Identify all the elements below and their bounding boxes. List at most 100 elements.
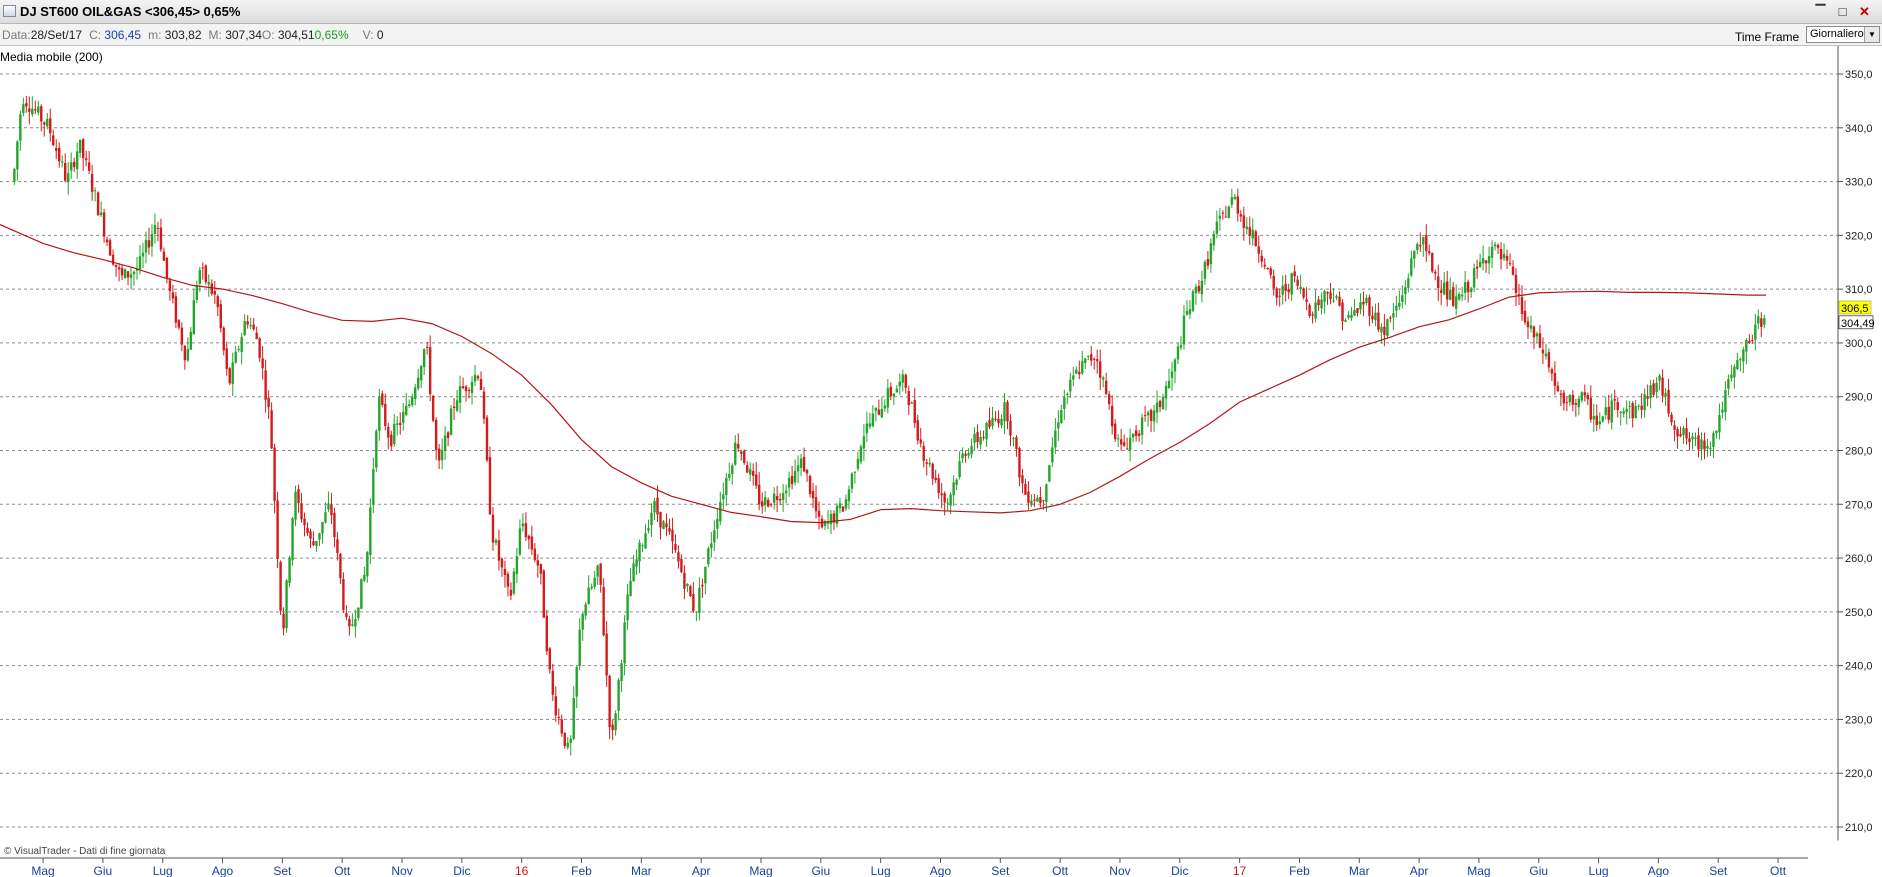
x-tick-label: Dic xyxy=(1171,864,1188,877)
candle xyxy=(393,414,396,447)
candle xyxy=(294,485,297,527)
candle xyxy=(440,438,444,470)
close-button[interactable]: ✕ xyxy=(1856,3,1873,20)
candle xyxy=(1176,342,1180,364)
candle xyxy=(144,231,148,264)
x-tick-label: Giu xyxy=(811,864,830,877)
candle xyxy=(1365,294,1368,306)
candle xyxy=(482,387,486,424)
candle xyxy=(518,519,522,557)
candle xyxy=(623,615,626,676)
candle xyxy=(485,414,489,463)
candle xyxy=(611,719,614,741)
candle xyxy=(602,578,605,637)
candle xyxy=(1140,413,1144,445)
candle xyxy=(360,578,363,610)
candle xyxy=(288,555,291,588)
candle xyxy=(1048,464,1051,483)
candle xyxy=(904,373,907,394)
candle xyxy=(1093,357,1096,370)
candle xyxy=(889,382,893,401)
x-tick-label: Apr xyxy=(1410,864,1429,877)
candle xyxy=(1257,235,1260,263)
candle xyxy=(1613,389,1616,410)
x-tick-label: Mar xyxy=(1349,864,1370,877)
maximize-button[interactable]: □ xyxy=(1834,3,1851,20)
candle xyxy=(713,520,716,552)
candle xyxy=(1230,188,1234,209)
candle xyxy=(78,139,82,158)
candle xyxy=(1625,400,1628,425)
candle xyxy=(330,493,333,525)
candle xyxy=(1709,441,1712,457)
candle xyxy=(216,294,219,317)
candle xyxy=(1389,315,1392,323)
candle xyxy=(659,511,662,540)
candle xyxy=(1275,286,1278,306)
candle xyxy=(1425,224,1428,262)
candle xyxy=(680,554,683,574)
candle xyxy=(64,153,67,183)
x-tick-label: Ott xyxy=(1052,864,1069,877)
candle xyxy=(859,444,863,465)
candle xyxy=(1260,249,1263,268)
price-chart[interactable]: 350,0 340,0 330,0 320,0 310,0 300,0 290,0 280,0… xyxy=(0,46,1882,877)
candle xyxy=(207,274,210,297)
candle xyxy=(1236,188,1240,222)
candle xyxy=(781,484,785,512)
x-tick-label: Set xyxy=(273,864,292,877)
minimize-button[interactable]: ▔ xyxy=(1812,3,1829,20)
candle xyxy=(1715,430,1718,439)
candle xyxy=(1087,355,1090,361)
candle xyxy=(755,461,758,489)
candle xyxy=(315,540,318,552)
candle xyxy=(1161,393,1165,410)
candle xyxy=(384,393,387,431)
candle xyxy=(1571,389,1575,412)
candle xyxy=(1742,346,1745,373)
candle xyxy=(734,435,737,466)
candle xyxy=(237,345,240,353)
candle xyxy=(93,187,97,202)
candle xyxy=(566,736,569,750)
candle xyxy=(192,289,196,335)
candle xyxy=(261,345,264,380)
candle xyxy=(1616,397,1619,418)
candle xyxy=(808,474,812,498)
candle xyxy=(1475,259,1479,279)
candle xyxy=(641,543,644,553)
candle xyxy=(1188,300,1192,320)
candle xyxy=(1329,282,1332,305)
candle xyxy=(1655,377,1658,399)
candle xyxy=(784,484,788,504)
time-frame-select[interactable]: Giornaliero ▼ xyxy=(1806,26,1880,43)
chevron-down-icon[interactable]: ▼ xyxy=(1864,27,1879,42)
copyright-text: © VisualTrader - Dati di fine giornata xyxy=(4,846,166,857)
candle xyxy=(213,280,216,304)
close-value: 306,45 xyxy=(104,28,142,42)
candle xyxy=(363,566,366,583)
candle xyxy=(1152,404,1156,432)
candle xyxy=(790,465,794,490)
candle xyxy=(1658,373,1661,391)
candle xyxy=(434,417,438,461)
candle xyxy=(967,448,970,459)
candle xyxy=(300,493,303,523)
candle xyxy=(1523,300,1527,325)
candle xyxy=(760,492,764,514)
candle xyxy=(437,444,441,470)
candle xyxy=(234,346,237,364)
candle xyxy=(1712,431,1715,459)
candle xyxy=(99,201,103,217)
candle xyxy=(416,368,420,391)
candle xyxy=(1478,253,1482,268)
candle xyxy=(25,95,28,113)
candle xyxy=(677,545,680,569)
candle xyxy=(318,532,321,546)
candle xyxy=(668,518,671,535)
candle xyxy=(372,457,375,514)
candle xyxy=(342,572,345,614)
candle xyxy=(1096,349,1099,374)
candle xyxy=(970,438,973,459)
candle xyxy=(1251,218,1254,246)
